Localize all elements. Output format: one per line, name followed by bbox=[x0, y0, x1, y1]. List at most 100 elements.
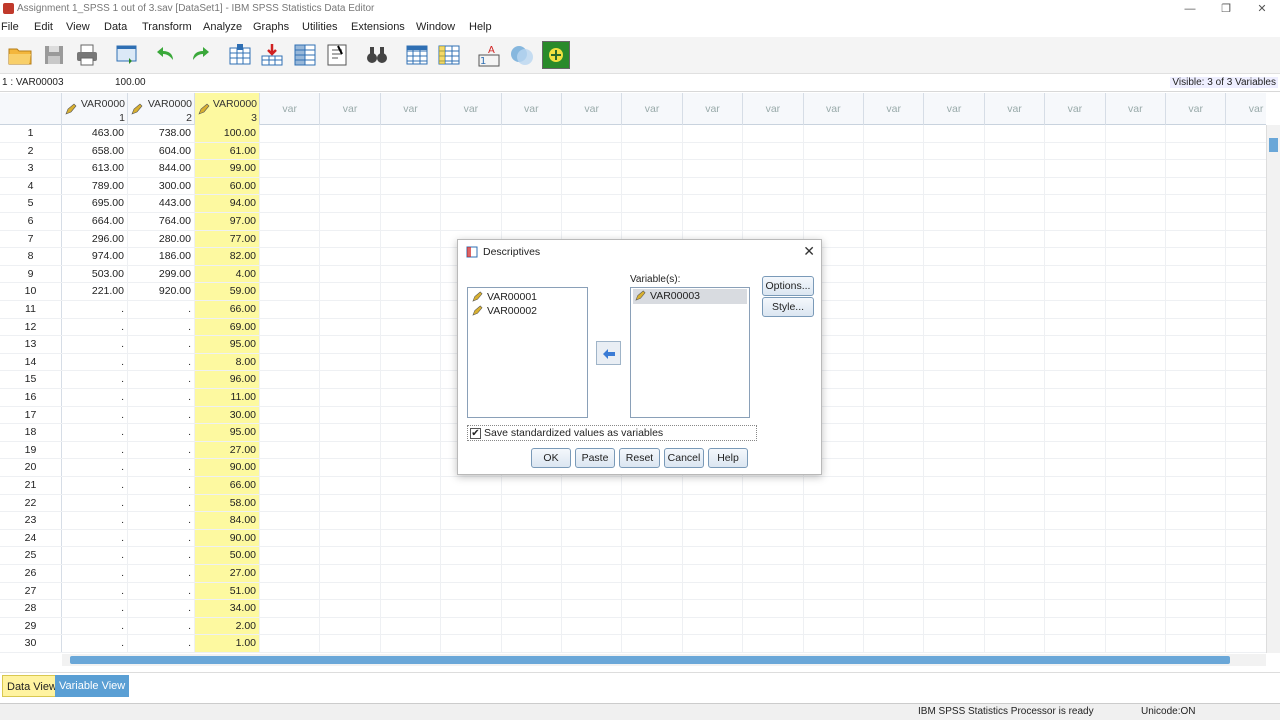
empty-cell[interactable] bbox=[804, 512, 864, 529]
empty-cell[interactable] bbox=[924, 142, 985, 160]
empty-cell[interactable] bbox=[260, 547, 321, 564]
menu-edit[interactable]: Edit bbox=[34, 21, 53, 33]
empty-cell[interactable] bbox=[1226, 213, 1266, 230]
empty-cell[interactable] bbox=[1166, 230, 1227, 248]
dialog-recall-icon[interactable] bbox=[113, 41, 141, 69]
empty-cell[interactable] bbox=[1226, 336, 1266, 353]
empty-cell[interactable] bbox=[1226, 371, 1266, 388]
data-cell[interactable]: . bbox=[128, 477, 195, 494]
dialog-close-icon[interactable]: ✕ bbox=[803, 243, 815, 260]
empty-cell[interactable] bbox=[260, 283, 321, 300]
empty-cell[interactable] bbox=[320, 406, 381, 424]
empty-cell[interactable] bbox=[502, 494, 562, 512]
empty-cell[interactable] bbox=[924, 195, 985, 212]
column-header-var00001[interactable]: VAR0000 1 bbox=[62, 93, 128, 125]
empty-cell[interactable] bbox=[683, 529, 744, 547]
empty-cell[interactable] bbox=[562, 547, 623, 564]
data-cell[interactable]: 69.00 bbox=[195, 318, 260, 336]
data-cell[interactable]: 974.00 bbox=[62, 248, 128, 265]
data-cell[interactable]: . bbox=[62, 441, 128, 459]
data-cell[interactable]: 95.00 bbox=[195, 336, 260, 353]
data-cell[interactable]: . bbox=[62, 494, 128, 512]
empty-cell[interactable] bbox=[320, 160, 381, 177]
empty-cell[interactable] bbox=[622, 494, 683, 512]
empty-cell[interactable] bbox=[683, 512, 744, 529]
empty-cell[interactable] bbox=[260, 389, 321, 406]
empty-cell[interactable] bbox=[743, 477, 804, 494]
empty-cell[interactable] bbox=[985, 441, 1046, 459]
empty-cell[interactable] bbox=[1226, 459, 1266, 476]
data-cell[interactable]: 186.00 bbox=[128, 248, 195, 265]
empty-cell[interactable] bbox=[622, 565, 683, 582]
empty-cell[interactable] bbox=[381, 635, 442, 652]
data-cell[interactable]: . bbox=[128, 318, 195, 336]
empty-cell[interactable] bbox=[260, 512, 321, 529]
list-item[interactable]: VAR00002 bbox=[472, 304, 537, 318]
empty-cell[interactable] bbox=[320, 195, 381, 212]
empty-cell[interactable] bbox=[864, 547, 925, 564]
reset-button[interactable]: Reset bbox=[619, 448, 660, 468]
empty-cell[interactable] bbox=[381, 125, 442, 142]
empty-cell[interactable] bbox=[1166, 459, 1227, 476]
empty-cell[interactable] bbox=[1106, 582, 1166, 600]
data-cell[interactable]: 99.00 bbox=[195, 160, 260, 177]
empty-cell[interactable] bbox=[804, 177, 864, 195]
empty-cell[interactable] bbox=[502, 512, 562, 529]
empty-cell[interactable] bbox=[260, 529, 321, 547]
empty-cell[interactable] bbox=[683, 177, 744, 195]
empty-cell[interactable] bbox=[1045, 283, 1106, 300]
empty-cell[interactable] bbox=[622, 635, 683, 652]
data-cell[interactable]: . bbox=[128, 512, 195, 529]
empty-cell[interactable] bbox=[260, 160, 321, 177]
empty-cell[interactable] bbox=[924, 617, 985, 635]
data-cell[interactable]: . bbox=[62, 529, 128, 547]
empty-cell[interactable] bbox=[260, 600, 321, 617]
empty-cell[interactable] bbox=[864, 389, 925, 406]
row-header[interactable]: 3 bbox=[0, 160, 62, 177]
empty-cell[interactable] bbox=[924, 353, 985, 371]
empty-cell[interactable] bbox=[924, 547, 985, 564]
empty-cell[interactable] bbox=[320, 565, 381, 582]
column-header-empty-var[interactable]: var bbox=[1166, 93, 1227, 125]
empty-cell[interactable] bbox=[985, 248, 1046, 265]
empty-cell[interactable] bbox=[1045, 160, 1106, 177]
empty-cell[interactable] bbox=[864, 371, 925, 388]
row-header[interactable]: 2 bbox=[0, 142, 62, 160]
empty-cell[interactable] bbox=[924, 318, 985, 336]
empty-cell[interactable] bbox=[502, 195, 562, 212]
empty-cell[interactable] bbox=[441, 160, 502, 177]
empty-cell[interactable] bbox=[683, 195, 744, 212]
data-cell[interactable]: . bbox=[62, 318, 128, 336]
empty-cell[interactable] bbox=[985, 318, 1046, 336]
data-cell[interactable]: 61.00 bbox=[195, 142, 260, 160]
column-header-empty-var[interactable]: var bbox=[924, 93, 985, 125]
empty-cell[interactable] bbox=[1106, 389, 1166, 406]
list-item[interactable]: VAR00001 bbox=[472, 290, 537, 304]
data-cell[interactable]: 463.00 bbox=[62, 125, 128, 142]
empty-cell[interactable] bbox=[985, 142, 1046, 160]
empty-cell[interactable] bbox=[381, 371, 442, 388]
data-cell[interactable]: 30.00 bbox=[195, 406, 260, 424]
empty-cell[interactable] bbox=[804, 125, 864, 142]
row-header[interactable]: 20 bbox=[0, 459, 62, 476]
empty-cell[interactable] bbox=[985, 195, 1046, 212]
empty-cell[interactable] bbox=[864, 142, 925, 160]
empty-cell[interactable] bbox=[985, 512, 1046, 529]
empty-cell[interactable] bbox=[1226, 530, 1266, 547]
horizontal-scrollbar[interactable] bbox=[62, 654, 1266, 666]
empty-cell[interactable] bbox=[985, 213, 1046, 230]
empty-cell[interactable] bbox=[985, 494, 1046, 512]
empty-cell[interactable] bbox=[320, 371, 381, 388]
empty-cell[interactable] bbox=[441, 635, 502, 652]
empty-cell[interactable] bbox=[743, 195, 804, 212]
empty-cell[interactable] bbox=[1226, 143, 1266, 160]
row-header[interactable]: 23 bbox=[0, 512, 62, 529]
empty-cell[interactable] bbox=[1045, 565, 1106, 582]
empty-cell[interactable] bbox=[320, 125, 381, 142]
empty-cell[interactable] bbox=[1166, 195, 1227, 212]
empty-cell[interactable] bbox=[381, 177, 442, 195]
empty-cell[interactable] bbox=[260, 265, 321, 283]
data-cell[interactable]: 300.00 bbox=[128, 177, 195, 195]
empty-cell[interactable] bbox=[381, 547, 442, 564]
empty-cell[interactable] bbox=[1226, 477, 1266, 494]
